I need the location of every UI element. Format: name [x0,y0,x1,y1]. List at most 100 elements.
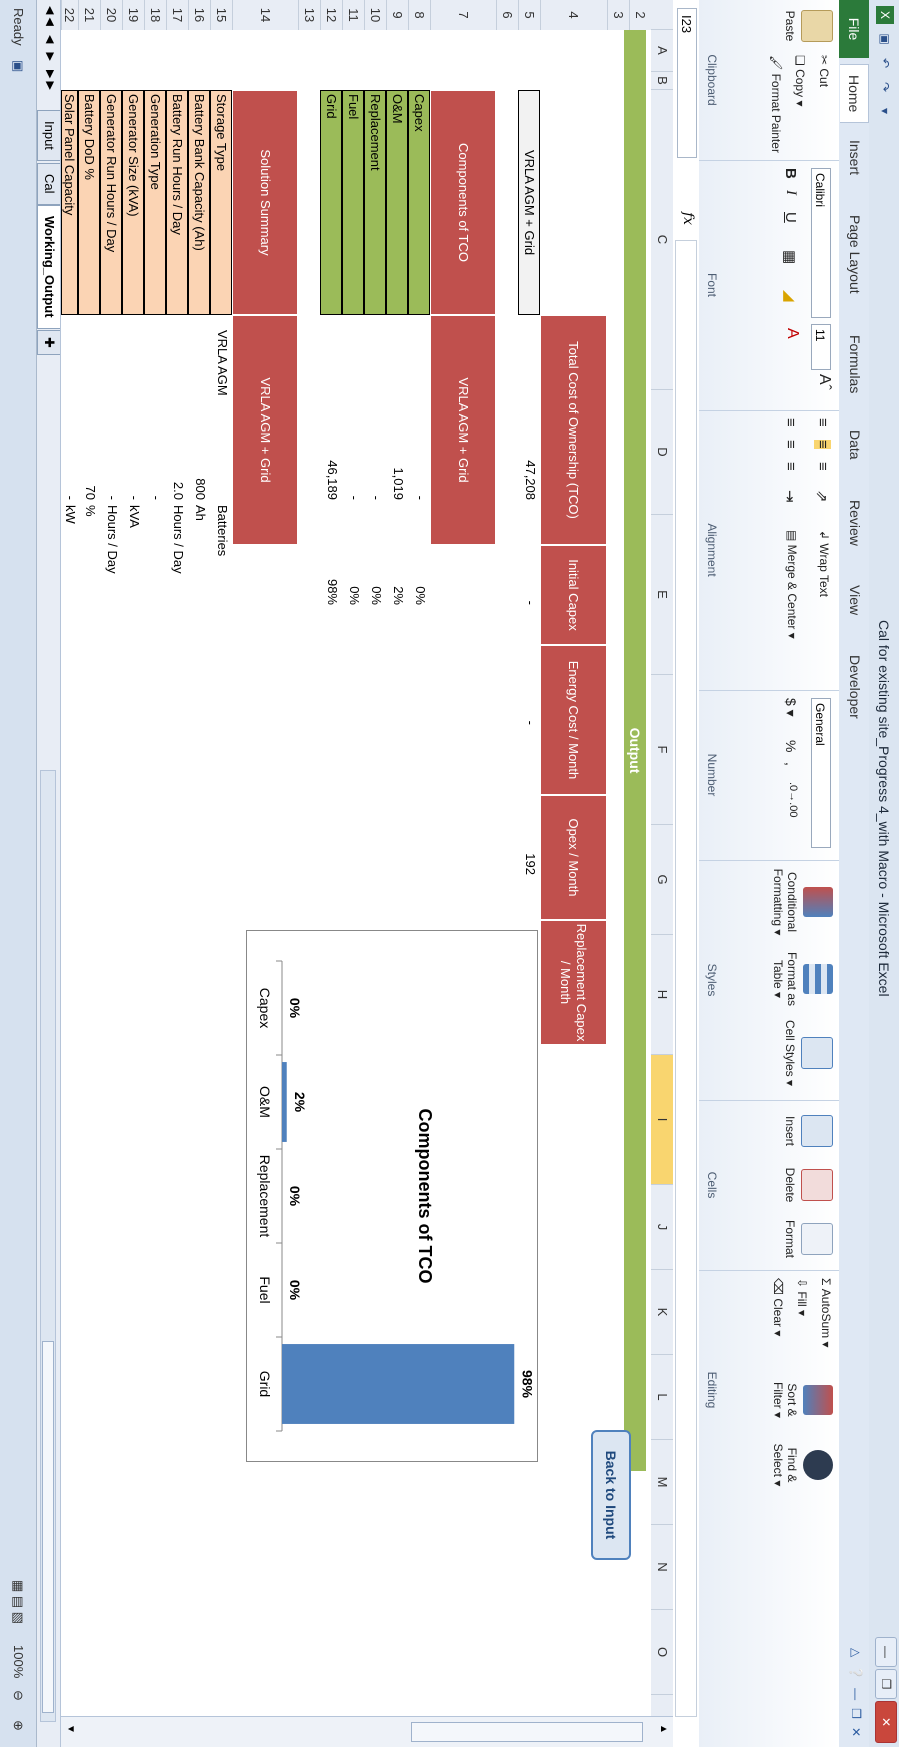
tab-page-layout[interactable]: Page Layout [847,215,863,294]
align-center-icon[interactable]: ≡ [782,440,799,449]
grow-font-icon[interactable]: Aˆ [815,374,833,390]
close-button[interactable]: ✕ [875,1701,897,1743]
select-all-corner[interactable] [651,0,673,30]
row-header[interactable]: 3 [607,0,629,30]
solution-label[interactable]: Storage Type [210,90,232,315]
component-pct[interactable]: 98% [325,545,340,605]
scroll-down-icon[interactable]: ▼ [65,1724,76,1734]
currency-icon[interactable]: $ ▾ [782,698,799,717]
column-header[interactable]: E [651,515,673,675]
row-header[interactable]: 2 [629,0,651,30]
tab-insert[interactable]: Insert [847,140,863,175]
row-header[interactable]: 18 [144,0,166,30]
cut-button[interactable]: ✂ Cut [817,55,831,87]
solution-label[interactable]: Battery Run Hours / Day [166,90,188,315]
font-name-combo[interactable]: Calibri [811,168,831,318]
column-header[interactable]: G [651,825,673,935]
component-value[interactable]: 46,189 [325,315,340,500]
align-bottom-icon[interactable]: ≡ [814,462,831,471]
workbook-minimize-icon[interactable]: — [849,1688,863,1700]
underline-icon[interactable]: U [782,212,799,223]
insert-cells-button[interactable]: Insert [783,1106,833,1156]
row-header[interactable]: 14 [232,0,298,30]
row-header[interactable]: 4 [540,0,607,30]
column-header[interactable]: I [651,1055,673,1185]
row-header[interactable]: 9 [386,0,408,30]
bold-icon[interactable]: B [782,168,799,179]
delete-cells-button[interactable]: Delete [783,1160,833,1210]
conditional-formatting-button[interactable]: Conditional Formatting ▾ [771,864,833,940]
number-format-combo[interactable]: General [811,698,831,848]
row-header[interactable]: 16 [188,0,210,30]
row-header[interactable]: 20 [100,0,122,30]
italic-icon[interactable]: I [782,190,799,195]
increase-decimal-icon[interactable]: .0→.00 [787,782,799,817]
tab-developer[interactable]: Developer [847,655,863,719]
row-header[interactable]: 5 [518,0,540,30]
opex-value[interactable]: 192 [523,795,538,875]
component-value[interactable]: 1,019 [391,315,406,500]
row-header[interactable]: 21 [78,0,100,30]
component-label[interactable]: Replacement [364,90,386,315]
sheet-tab-cal[interactable]: Cal [37,163,60,205]
row-header[interactable]: 11 [342,0,364,30]
component-pct[interactable]: 0% [413,545,428,605]
comma-icon[interactable]: , [783,762,799,766]
redo-icon[interactable]: ↷ [876,78,894,96]
back-to-input-button[interactable]: Back to Input [591,1430,631,1560]
cell-styles-button[interactable]: Cell Styles ▾ [783,1018,833,1088]
initial-capex-value[interactable]: - [523,545,538,605]
font-color-icon[interactable]: A [783,328,801,339]
tab-home[interactable]: Home [840,64,869,124]
merge-center-button[interactable]: ▤ Merge & Center ▾ [785,530,799,639]
macro-record-icon[interactable]: ▣ [10,60,26,72]
column-header[interactable]: K [651,1270,673,1355]
autosum-button[interactable]: Σ AutoSum ▾ [819,1278,833,1347]
undo-icon[interactable]: ↶ [876,54,894,72]
solution-value[interactable]: 800 [193,315,208,500]
tab-data[interactable]: Data [847,430,863,460]
solution-value[interactable]: - [127,315,142,500]
row-header[interactable]: 7 [430,0,496,30]
sheet-nav-icons[interactable]: ◀◀ ◀ ▶ ▶▶ [44,6,57,93]
column-header[interactable]: C [651,90,673,390]
solution-value[interactable]: - [105,315,120,500]
column-header[interactable]: O [651,1610,673,1695]
solution-label[interactable]: Generation Type [144,90,166,315]
formula-input[interactable] [675,240,697,1717]
clear-button[interactable]: ⌫ Clear ▾ [771,1278,785,1336]
column-header[interactable]: F [651,675,673,825]
solution-value[interactable]: VRLA AGM [215,330,230,490]
save-icon[interactable]: ▣ [876,30,894,48]
sort-filter-button[interactable]: Sort & Filter ▾ [771,1370,833,1430]
help-icon[interactable]: ❔ [849,1665,863,1680]
name-box[interactable]: I23 [677,8,697,158]
new-sheet-icon[interactable]: ✚ [37,330,60,355]
fill-button[interactable]: ⇩ Fill ▾ [795,1278,809,1316]
row-header[interactable]: 22 [61,0,78,30]
component-pct[interactable]: 2% [391,545,406,605]
component-value[interactable]: - [413,315,428,500]
solution-value[interactable]: - [149,315,164,500]
fill-color-icon[interactable]: ◢ [781,290,799,302]
component-value[interactable]: - [369,315,384,500]
row-header[interactable]: 6 [496,0,518,30]
tab-file[interactable]: File [839,0,869,58]
vertical-scroll-thumb[interactable] [411,1722,643,1742]
borders-icon[interactable]: ▦ [781,250,799,264]
horizontal-scrollbar[interactable] [40,770,56,1722]
zoom-in-icon[interactable]: ⊕ [10,1720,26,1731]
font-size-combo[interactable]: 11 [811,324,831,370]
format-painter-button[interactable]: 🖌 Format Painter [769,55,783,153]
column-header[interactable]: L [651,1355,673,1440]
indent-icon[interactable]: ⇥ [781,490,799,503]
minimize-ribbon-icon[interactable]: △ [849,1648,863,1657]
tco-value[interactable]: 47,208 [523,315,538,500]
column-header[interactable]: B [651,72,673,90]
solution-value[interactable]: 70 [83,315,98,500]
solution-label[interactable]: Solar Panel Capacity [61,90,78,315]
scroll-up-icon[interactable]: ▲ [658,1724,669,1734]
zoom-level[interactable]: 100% [11,1645,26,1678]
energy-cost-value[interactable]: - [523,645,538,725]
component-pct[interactable]: 0% [369,545,384,605]
